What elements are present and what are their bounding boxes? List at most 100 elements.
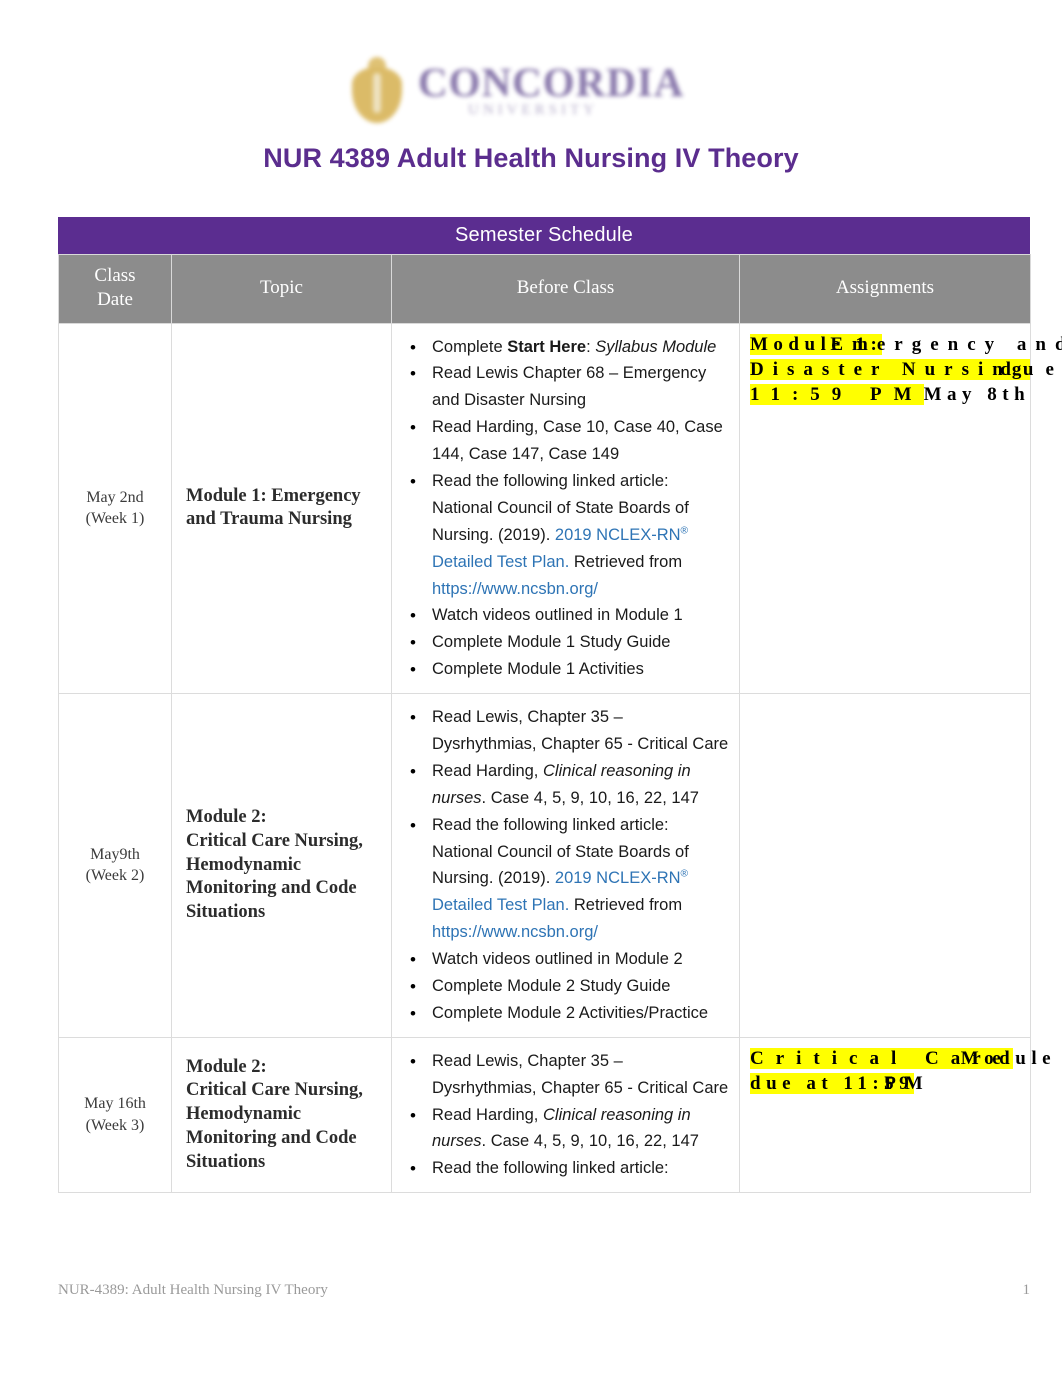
column-header-line2: Date	[97, 288, 133, 310]
cell-topic: Module 2: Critical Care Nursing, Hemodyna…	[171, 1036, 392, 1194]
table-row: May9th (Week 2) Module 2: Critical Care Nur…	[58, 693, 1031, 1038]
highlighted-text: 11:59 PM	[750, 383, 924, 405]
highlighted-text: Disaster Nursing	[750, 358, 1031, 380]
body-text: Read Harding,	[432, 761, 543, 780]
cell-class-date: May9th (Week 2)	[58, 693, 172, 1038]
before-class-list: Complete Start Here: Syllabus ModuleRead…	[392, 334, 729, 684]
footer-page-number: 1	[1022, 1282, 1031, 1298]
topic-line: Critical Care Nursing, Hemodynamic Monit…	[186, 830, 363, 922]
body-text: Complete Module 1 Activities	[432, 660, 644, 679]
concordia-university-logo: CONCORDIA UNIVERSITY	[348, 52, 710, 130]
crest-icon	[348, 57, 406, 127]
before-class-list: Read Lewis, Chapter 35 – Dysrhythmias, C…	[392, 704, 729, 1027]
column-header-topic: Topic	[171, 254, 392, 324]
before-class-item: Read Lewis, Chapter 35 – Dysrhythmias, C…	[410, 704, 729, 758]
body-text: Complete Module 2 Activities/Practice	[432, 1003, 709, 1022]
before-class-item: Read Harding, Clinical reasoning in nurs…	[410, 1102, 729, 1156]
registered-mark-icon: ®	[680, 868, 689, 880]
cell-before-class: Complete Start Here: Syllabus ModuleRead…	[391, 322, 740, 695]
cell-topic: Module 1: Emergency and Trauma Nursing	[171, 322, 392, 695]
document-page: CONCORDIA UNIVERSITY NUR 4389 Adult Heal…	[0, 0, 1062, 1377]
body-text: Read Harding,	[432, 1105, 543, 1124]
before-class-item: Read Harding, Case 10, Case 40, Case 144…	[410, 414, 729, 468]
class-date-line1: May 16th	[84, 1095, 146, 1113]
column-header-class-date: Class Date	[58, 254, 172, 324]
before-class-item: Read Lewis Chapter 68 – Emergency and Di…	[410, 360, 729, 414]
body-text: Read the following linked article:	[432, 1159, 669, 1178]
overflow-text: Module	[960, 1047, 1057, 1069]
assignment-due-line: Critical CareModule	[750, 1046, 1051, 1071]
table-banner-title: Semester Schedule	[58, 217, 1030, 254]
table-row: May 2nd (Week 1) Module 1: Emergency and T…	[58, 322, 1062, 695]
topic-line: Module 1: Emergency and Trauma Nursing	[186, 485, 361, 530]
semester-schedule-table: Semester Schedule Class Date Topic Befor…	[58, 217, 1062, 1194]
before-class-item: Complete Module 2 Study Guide	[410, 973, 729, 1001]
before-class-item: Complete Module 2 Activities/Practice	[410, 1000, 729, 1028]
body-text: . Case 4, 5, 9, 10, 16, 22, 147	[481, 788, 699, 807]
class-date-line2: (Week 2)	[85, 867, 145, 885]
assignment-due-line: Module 1:Emergency and	[750, 332, 1062, 357]
logo-wordmark: CONCORDIA	[418, 59, 685, 105]
column-header-before-class: Before Class	[391, 254, 740, 324]
footer-course-label: NUR-4389: Adult Health Nursing IV Theory	[58, 1282, 328, 1298]
hyperlink[interactable]: https://www.ncsbn.org/	[432, 580, 598, 598]
hyperlink[interactable]: Detailed Test Plan.	[432, 553, 569, 571]
body-text: Retrieved from	[569, 552, 683, 571]
class-date-line1: May9th	[90, 845, 140, 863]
cell-assignments: Module 1:Emergency and Disaster Nursingdu…	[739, 322, 1062, 695]
hyperlink[interactable]: 2019 NCLEX-RN	[555, 869, 681, 887]
before-class-item: Complete Module 1 Activities	[410, 656, 729, 684]
page-title: NUR 4389 Adult Health Nursing IV Theory	[263, 143, 799, 173]
topic-line: Module 2:	[186, 807, 267, 828]
before-class-item: Read the following linked article: Natio…	[410, 812, 729, 946]
body-text: . Case 4, 5, 9, 10, 16, 22, 147	[481, 1132, 699, 1151]
before-class-item: Read the following linked article: Natio…	[410, 468, 729, 602]
table-header-row: Class Date Topic Before Class Assignment…	[58, 254, 1031, 324]
assignment-due-note: Module 1:Emergency and Disaster Nursingdu…	[750, 332, 1062, 407]
body-text: Complete Module 2 Study Guide	[432, 976, 671, 995]
page-footer: NUR-4389: Adult Health Nursing IV Theory…	[58, 1282, 1030, 1299]
table-row: May 16th (Week 3) Module 2: Critical Care N…	[58, 1036, 1051, 1194]
assignment-due-line: Disaster Nursingdue at	[750, 357, 1062, 382]
overflow-text: due at	[1000, 358, 1062, 380]
before-class-item: Watch videos outlined in Module 2	[410, 946, 729, 974]
body-text: Read Lewis, Chapter 35 – Dysrhythmias, C…	[432, 1051, 729, 1097]
hyperlink[interactable]: https://www.ncsbn.org/	[432, 923, 598, 941]
cell-before-class: Read Lewis, Chapter 35 – Dysrhythmias, C…	[391, 693, 740, 1038]
before-class-item: Read Harding, Clinical reasoning in nurs…	[410, 758, 729, 812]
body-text: Complete	[432, 337, 508, 356]
body-text: Watch videos outlined in Module 2	[432, 950, 683, 969]
assignment-due-line: due at 11:59PM	[750, 1071, 1041, 1096]
column-header-line1: Class	[94, 265, 136, 286]
column-header-assignments: Assignments	[739, 254, 1031, 324]
emphasis-text: Start Here	[507, 337, 587, 356]
overflow-text: May 8th	[923, 383, 1031, 405]
cell-class-date: May 16th (Week 3)	[58, 1036, 172, 1194]
before-class-item: Complete Module 1 Study Guide	[410, 629, 729, 657]
before-class-item: Read the following linked article:	[410, 1155, 729, 1183]
before-class-item: Watch videos outlined in Module 1	[410, 602, 729, 630]
overflow-text: Emergency and	[830, 333, 1062, 355]
body-text: :	[586, 337, 596, 356]
before-class-item: Complete Start Here: Syllabus Module	[410, 334, 729, 362]
body-text: Complete Module 1 Study Guide	[432, 633, 671, 652]
italic-text: Syllabus Module	[595, 337, 717, 356]
cell-assignments: Critical CareModule due at 11:59PM	[739, 1036, 1051, 1194]
hyperlink[interactable]: 2019 NCLEX-RN	[555, 526, 681, 544]
body-text: Read Lewis, Chapter 35 – Dysrhythmias, C…	[432, 708, 729, 753]
registered-mark-icon: ®	[680, 525, 689, 537]
assignment-due-line: 11:59 PMMay 8th	[750, 382, 1041, 407]
topic-line: Critical Care Nursing, Hemodynamic Monit…	[186, 1080, 363, 1172]
cell-topic: Module 2: Critical Care Nursing, Hemodyna…	[171, 693, 392, 1038]
body-text: Read Harding, Case 10, Case 40, Case 144…	[432, 418, 723, 464]
class-date-line2: (Week 1)	[85, 510, 145, 528]
hyperlink[interactable]: Detailed Test Plan.	[432, 896, 569, 914]
page-bottom-clip	[0, 1250, 1062, 1274]
cell-class-date: May 2nd (Week 1)	[58, 322, 172, 695]
before-class-list: Read Lewis, Chapter 35 – Dysrhythmias, C…	[392, 1048, 729, 1183]
body-text: Retrieved from	[569, 896, 683, 915]
body-text: Watch videos outlined in Module 1	[432, 606, 683, 625]
class-date-line1: May 2nd	[86, 488, 144, 506]
overflow-text: PM	[884, 1072, 932, 1094]
logo-wordmark-sub: UNIVERSITY	[468, 102, 598, 118]
